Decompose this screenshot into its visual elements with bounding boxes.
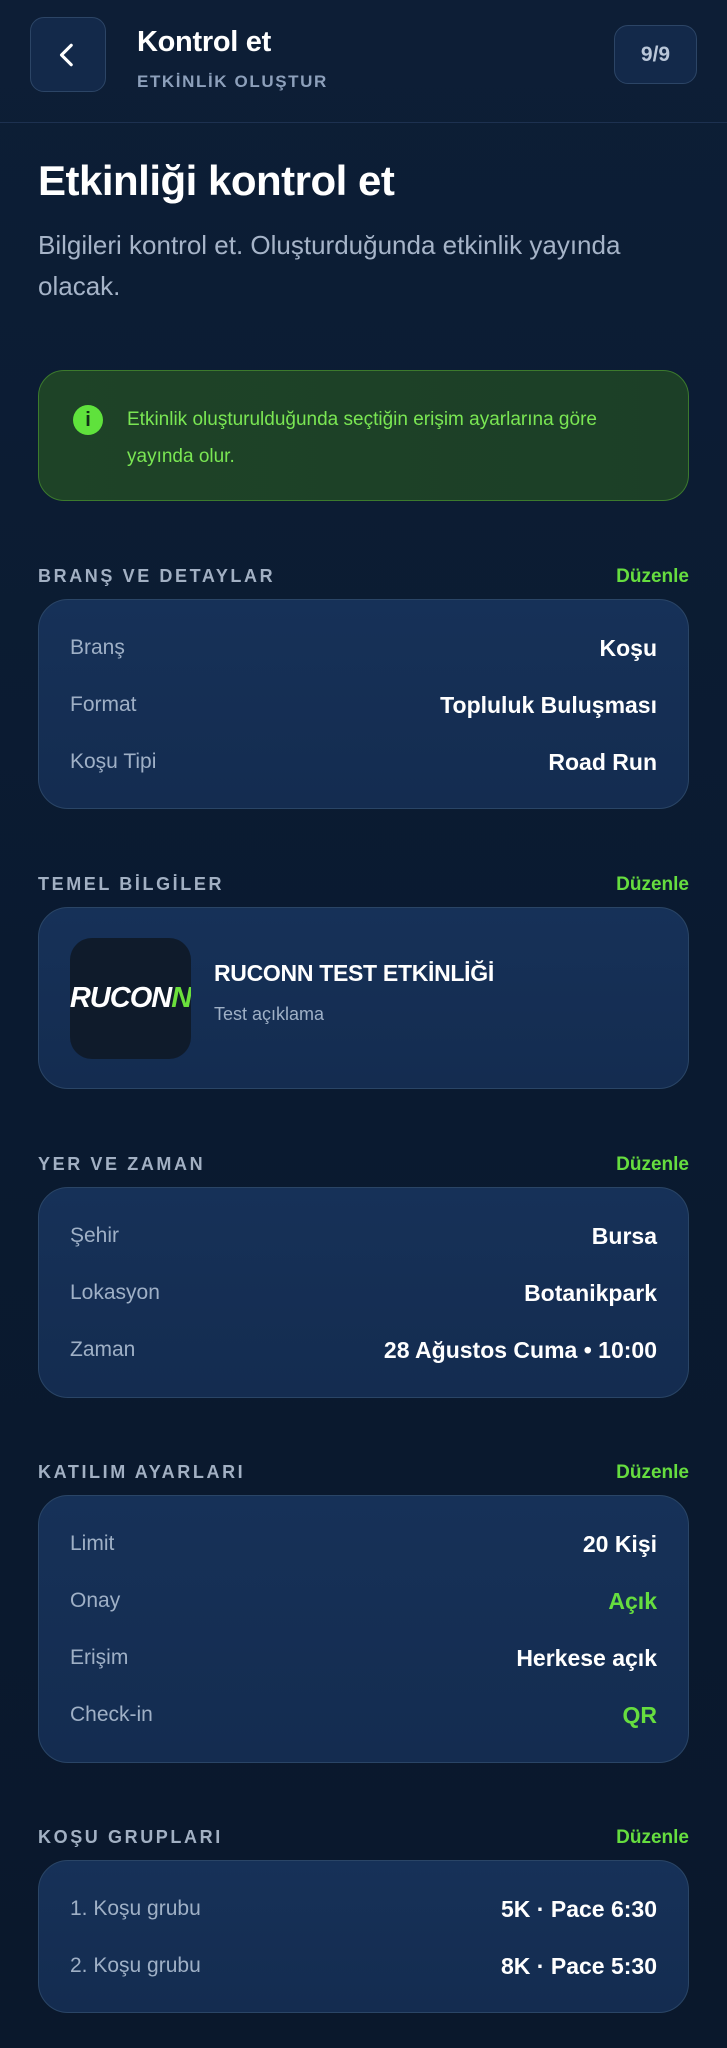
place-time-card: Şehir Bursa Lokasyon Botanikpark Zaman 2… — [38, 1187, 689, 1398]
detail-row: Zaman 28 Ağustos Cuma • 10:00 — [70, 1330, 657, 1370]
header-subtitle: ETKİNLİK OLUŞTUR — [137, 72, 328, 91]
row-value: QR — [622, 1701, 658, 1728]
detail-row: Şehir Bursa — [70, 1216, 657, 1256]
row-value: 28 Ağustos Cuma • 10:00 — [383, 1336, 657, 1363]
row-label: Limit — [70, 1532, 115, 1555]
section-label-place-time: YER VE ZAMAN — [38, 1154, 206, 1174]
event-description: Test açıklama — [214, 1004, 325, 1024]
row-label: Check-in — [70, 1703, 153, 1726]
detail-row: Limit 20 Kişi — [70, 1524, 657, 1564]
detail-row: 2. Koşu grubu 8K · Pace 5:30 — [70, 1946, 657, 1986]
edit-participation-link[interactable]: Düzenle — [616, 1462, 689, 1484]
edit-place-time-link[interactable]: Düzenle — [616, 1154, 689, 1176]
row-value: Herkese açık — [516, 1644, 657, 1671]
branch-card: Branş Koşu Format Topluluk Buluşması Koş… — [38, 599, 689, 809]
header-title: Kontrol et — [137, 26, 271, 58]
row-label: Format — [70, 693, 137, 716]
top-bar: Kontrol et ETKİNLİK OLUŞTUR 9/9 — [0, 0, 727, 123]
notice-text: Etkinlik oluşturulduğunda seçtiğin erişi… — [127, 409, 597, 467]
row-value: Bursa — [591, 1222, 657, 1249]
logo-text: RUCON — [70, 982, 172, 1014]
row-label: Koşu Tipi — [70, 750, 157, 773]
back-button[interactable] — [30, 17, 106, 92]
chevron-left-icon — [59, 43, 73, 66]
detail-row: Koşu Tipi Road Run — [70, 742, 657, 782]
detail-row: 1. Koşu grubu 5K · Pace 6:30 — [70, 1889, 657, 1929]
review-page: Kontrol et ETKİNLİK OLUŞTUR 9/9 Etkinliğ… — [0, 0, 727, 2048]
groups-card: 1. Koşu grubu 5K · Pace 6:30 2. Koşu gru… — [38, 1860, 689, 2013]
edit-basic-link[interactable]: Düzenle — [616, 874, 689, 896]
row-label: Zaman — [70, 1338, 136, 1361]
edit-groups-link[interactable]: Düzenle — [616, 1827, 689, 1849]
row-label: Onay — [70, 1589, 121, 1612]
edit-branch-link[interactable]: Düzenle — [616, 566, 689, 588]
detail-row: Erişim Herkese açık — [70, 1638, 657, 1678]
row-value: 20 Kişi — [582, 1530, 657, 1557]
info-notice: i Etkinlik oluşturulduğunda seçtiğin eri… — [38, 370, 689, 501]
row-value: Botanikpark — [524, 1279, 657, 1306]
row-value: 8K · Pace 5:30 — [501, 1952, 657, 1979]
row-label: Branş — [70, 636, 125, 659]
row-label: Lokasyon — [70, 1281, 160, 1304]
row-label: Şehir — [70, 1224, 120, 1247]
row-value: Road Run — [548, 748, 657, 775]
row-label: 1. Koşu grubu — [70, 1897, 201, 1920]
event-name: RUCONN TEST ETKİNLİĞİ — [214, 960, 494, 986]
row-value: 5K · Pace 6:30 — [501, 1895, 657, 1922]
detail-row: Branş Koşu — [70, 628, 657, 668]
section-label-branch: BRANŞ VE DETAYLAR — [38, 566, 276, 586]
row-value: Koşu — [599, 634, 658, 661]
logo-accent: N — [171, 982, 191, 1014]
detail-row: Onay Açık — [70, 1581, 657, 1621]
row-value: Topluluk Buluşması — [440, 691, 657, 718]
section-label-basic: TEMEL BİLGİLER — [38, 874, 225, 894]
event-logo: RUCONN — [70, 938, 191, 1059]
row-label: 2. Koşu grubu — [70, 1954, 201, 1977]
info-icon: i — [73, 405, 103, 435]
page-title: Etkinliği kontrol et — [38, 157, 395, 204]
basic-info-card: RUCONN RUCONN TEST ETKİNLİĞİ Test açıkla… — [38, 907, 689, 1089]
step-indicator: 9/9 — [614, 25, 697, 84]
detail-row: Check-in QR — [70, 1695, 657, 1735]
detail-row: Lokasyon Botanikpark — [70, 1273, 657, 1313]
section-label-groups: KOŞU GRUPLARI — [38, 1827, 223, 1847]
row-value: Açık — [608, 1587, 657, 1614]
participation-card: Limit 20 Kişi Onay Açık Erişim Herkese a… — [38, 1495, 689, 1763]
section-label-participation: KATILIM AYARLARI — [38, 1462, 246, 1482]
detail-row: Format Topluluk Buluşması — [70, 685, 657, 725]
row-label: Erişim — [70, 1646, 129, 1669]
page-description: Bilgileri kontrol et. Oluşturduğunda etk… — [38, 230, 621, 301]
